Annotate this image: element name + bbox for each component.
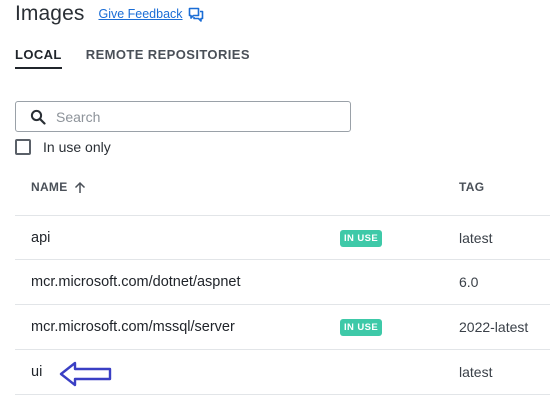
arrow-up-icon: [74, 181, 85, 193]
search-icon: [30, 109, 46, 125]
give-feedback-link[interactable]: Give Feedback: [98, 7, 203, 22]
image-tag: latest: [459, 230, 493, 246]
search-input[interactable]: [56, 108, 316, 125]
tab-bar: LOCAL REMOTE REPOSITORIES: [15, 47, 274, 69]
image-tag: latest: [459, 364, 493, 380]
column-header-tag-label: TAG: [459, 180, 485, 194]
image-name: ui: [31, 364, 43, 380]
in-use-only-filter[interactable]: In use only: [15, 139, 111, 155]
tab-local[interactable]: LOCAL: [15, 47, 62, 69]
column-header-tag[interactable]: TAG: [459, 180, 484, 194]
image-tag: 6.0: [459, 274, 479, 290]
table-row[interactable]: ui latest: [15, 350, 550, 395]
image-name: mcr.microsoft.com/dotnet/aspnet: [31, 274, 241, 290]
table-row[interactable]: mcr.microsoft.com/dotnet/aspnet 6.0: [15, 260, 550, 305]
chat-bubbles-icon: [188, 7, 203, 22]
images-table: api IN USE latest mcr.microsoft.com/dotn…: [15, 215, 550, 395]
page-header: Images Give Feedback: [15, 2, 204, 26]
column-header-name[interactable]: NAME: [31, 180, 86, 194]
search-box[interactable]: [15, 101, 351, 132]
image-tag: 2022-latest: [459, 319, 529, 335]
image-name: api: [31, 230, 51, 246]
tab-remote-repositories[interactable]: REMOTE REPOSITORIES: [86, 47, 250, 69]
in-use-badge: IN USE: [340, 230, 383, 247]
in-use-only-label: In use only: [43, 139, 111, 155]
in-use-badge: IN USE: [340, 319, 383, 336]
column-header-name-label: NAME: [31, 180, 68, 194]
table-row[interactable]: mcr.microsoft.com/mssql/server IN USE 20…: [15, 305, 550, 350]
in-use-only-checkbox[interactable]: [15, 139, 31, 155]
page-title: Images: [15, 2, 85, 25]
give-feedback-label: Give Feedback: [98, 7, 183, 21]
arrow-left-icon: [59, 361, 112, 387]
table-row[interactable]: api IN USE latest: [15, 215, 550, 260]
image-name: mcr.microsoft.com/mssql/server: [31, 319, 235, 335]
